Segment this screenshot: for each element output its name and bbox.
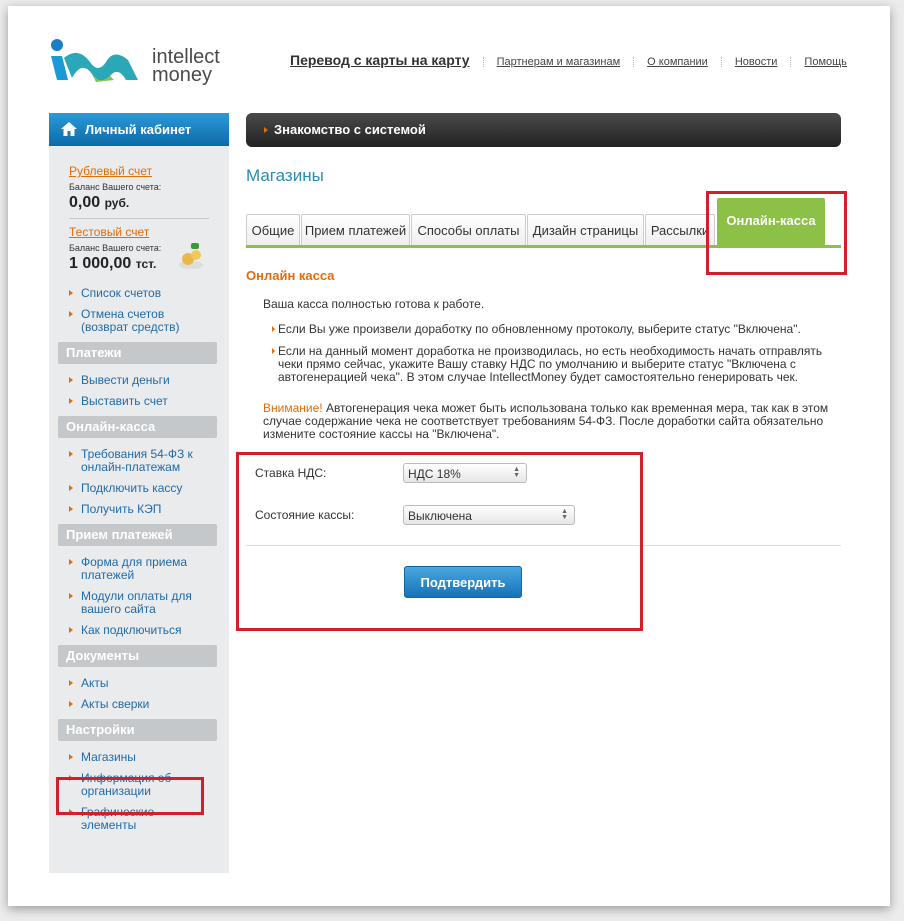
intro-bar[interactable]: Знакомство с системой (246, 113, 841, 147)
ruble-account-link[interactable]: Рублевый счет (69, 164, 229, 178)
test-account-link[interactable]: Тестовый счет (69, 225, 229, 239)
accounts-block: Рублевый счет Баланс Вашего счета: 0,00 … (49, 146, 229, 273)
nav-news[interactable]: Новости (735, 56, 778, 68)
sidebar-item-how-to-connect[interactable]: Как подключиться (69, 624, 229, 637)
sidebar-item-get-kep[interactable]: Получить КЭП (69, 503, 229, 516)
sidebar-item-withdraw[interactable]: Вывести деньги (69, 374, 229, 387)
logo-mark-icon (51, 39, 138, 82)
home-icon (61, 122, 77, 136)
sidebar-item-acts[interactable]: Акты (69, 677, 229, 690)
highlight-tab (706, 191, 847, 275)
accept-links: Форма для приема платежей Модули оплаты … (49, 556, 229, 637)
warning-label: Внимание! (263, 401, 323, 415)
sidebar-item-payment-form[interactable]: Форма для приема платежей (69, 556, 196, 582)
payments-links: Вывести деньги Выставить счет (49, 374, 229, 408)
bullet-item: Если Вы уже произвели доработку по обнов… (272, 323, 844, 336)
documents-links: Акты Акты сверки (49, 677, 229, 711)
bullet-item: Если на данный момент доработка не произ… (272, 345, 844, 384)
highlight-shops (56, 777, 204, 815)
logo-text: intellect money (152, 47, 220, 86)
sidebar-item-invoice[interactable]: Выставить счет (69, 395, 229, 408)
tab-payment-methods[interactable]: Способы оплаты (411, 214, 526, 246)
ruble-balance: 0,00 руб. (69, 194, 130, 211)
sidebar-item-shops[interactable]: Магазины (69, 751, 229, 764)
warning-text: Внимание! Автогенерация чека может быть … (263, 401, 829, 441)
sidebar-item-54fz[interactable]: Требования 54-ФЗ к онлайн-платежам (69, 448, 206, 474)
bar-arrow-icon (264, 127, 268, 133)
nav-about[interactable]: О компании (647, 56, 708, 68)
tab-general[interactable]: Общие (246, 214, 300, 246)
personal-account-label: Личный кабинет (85, 122, 192, 137)
section-online-kassa: Онлайн-касса (58, 416, 217, 438)
intro-bar-title: Знакомство с системой (274, 122, 426, 137)
personal-account-header[interactable]: Личный кабинет (49, 113, 229, 146)
nav-card-transfer[interactable]: Перевод с карты на карту (290, 52, 470, 68)
sidebar-item-cancel-accounts[interactable]: Отмена счетов (возврат средств) (69, 308, 201, 334)
balance-label: Баланс Вашего счета: (69, 182, 162, 192)
sidebar-item-accounts-list[interactable]: Список счетов (69, 287, 229, 300)
tab-payments[interactable]: Прием платежей (301, 214, 410, 246)
top-navigation: Перевод с карты на карту Партнерам и мага… (290, 52, 847, 68)
section-documents: Документы (58, 645, 217, 667)
logo-line2: money (152, 64, 213, 86)
sidebar-item-payment-modules[interactable]: Модули оплаты для вашего сайта (69, 590, 206, 616)
intro-text: Ваша касса полностью готова к работе. (263, 297, 485, 311)
tab-page-design[interactable]: Дизайн страницы (527, 214, 644, 246)
kassa-links: Требования 54-ФЗ к онлайн-платежам Подкл… (49, 448, 229, 516)
highlight-form (236, 452, 643, 631)
sidebar-item-connect-kassa[interactable]: Подключить кассу (69, 482, 229, 495)
test-balance: 1 000,00 тст. (69, 243, 229, 273)
section-title: Онлайн касса (246, 268, 335, 283)
section-payments: Платежи (58, 342, 217, 364)
tab-mailings[interactable]: Рассылки (645, 214, 715, 246)
section-accept-payments: Прием платежей (58, 524, 217, 546)
page-title: Магазины (246, 166, 324, 185)
nav-help[interactable]: Помощь (804, 56, 847, 68)
account-links: Список счетов Отмена счетов (возврат сре… (49, 287, 229, 334)
section-settings: Настройки (58, 719, 217, 741)
nav-partners[interactable]: Партнерам и магазинам (497, 56, 621, 68)
sidebar: Личный кабинет Рублевый счет Баланс Ваше… (49, 113, 229, 873)
coins-icon (179, 243, 203, 269)
sidebar-item-reconciliation[interactable]: Акты сверки (69, 698, 229, 711)
